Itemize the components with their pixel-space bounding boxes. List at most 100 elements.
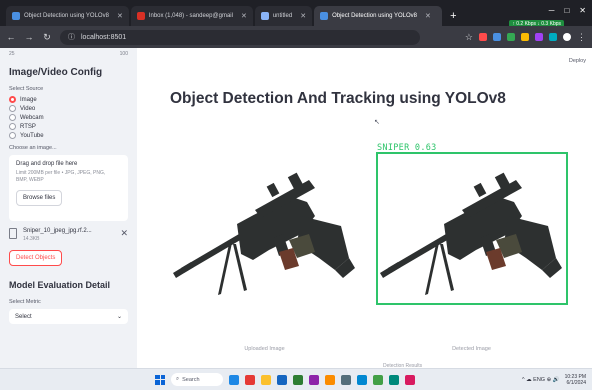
main-content: Deploy Object Detection And Tracking usi… [137, 48, 592, 369]
minimize-button[interactable]: ─ [549, 6, 555, 15]
bookmark-star-icon[interactable]: ☆ [465, 32, 473, 43]
radio-option-rtsp[interactable]: RTSP [9, 122, 128, 131]
tab-favicon-icon [12, 12, 20, 20]
extension-toolbar: ☆ ⋮ [465, 32, 586, 43]
file-dropzone[interactable]: Drag and drop file here Limit 200MB per … [9, 155, 128, 221]
close-icon[interactable]: ✕ [117, 12, 123, 20]
sniper-rifle-image [380, 172, 562, 295]
radio-option-webcam[interactable]: Webcam [9, 113, 128, 122]
taskbar-app-icon[interactable] [357, 374, 367, 385]
source-label: Select Source [9, 86, 44, 92]
detect-objects-button[interactable]: Detect Objects [9, 250, 63, 266]
taskbar-app-icon[interactable] [277, 374, 287, 385]
taskbar-app-icon[interactable] [229, 374, 239, 385]
page-title: Object Detection And Tracking using YOLO… [170, 90, 506, 107]
radio-option-youtube[interactable]: YouTube [9, 131, 128, 140]
extension-icon[interactable] [549, 33, 557, 41]
taskbar-search[interactable]: ⌕ Search [171, 373, 223, 386]
config-heading: Image/Video Config [9, 67, 103, 78]
gmail-icon [136, 12, 145, 20]
radio-icon[interactable] [9, 123, 16, 130]
radio-label: Image [20, 96, 37, 103]
close-icon[interactable]: ✕ [241, 12, 247, 20]
sidebar-ruler: 25 100 [9, 51, 128, 57]
taskbar-app-icon[interactable] [293, 374, 303, 385]
taskbar-app-icon[interactable] [373, 374, 383, 385]
taskbar-apps: ⌕ Search [155, 373, 415, 386]
file-name: Sniper_10_jpeg_jpg.rf.2... [23, 228, 92, 234]
site-info-icon[interactable]: ⓘ [68, 32, 75, 42]
search-placeholder: Search [182, 376, 200, 383]
ruler-left-value: 25 [9, 51, 15, 57]
forward-button[interactable]: → [24, 32, 34, 42]
tab-label: untitled [272, 13, 293, 19]
extension-icon[interactable] [479, 33, 487, 41]
maximize-button[interactable]: □ [564, 6, 569, 15]
radio-label: YouTube [20, 132, 44, 139]
file-icon [9, 228, 17, 239]
taskbar-clock[interactable]: 10:23 PM 6/1/2024 [565, 374, 586, 386]
profile-avatar[interactable] [563, 33, 571, 41]
radio-icon[interactable] [9, 105, 16, 112]
taskbar-app-icon[interactable] [245, 374, 255, 385]
os-taskbar: ⌕ Search ^ ☁ ENG ⊕ 🔊 10:23 PM 6/1/2024 [0, 368, 592, 390]
browser-tab-active[interactable]: Object Detection using YOLOv8 ✕ [314, 6, 443, 26]
radio-option-image[interactable]: Image [9, 95, 128, 104]
radio-icon[interactable] [9, 132, 16, 139]
extension-icon[interactable] [493, 33, 501, 41]
file-size: 14.3KB [23, 236, 40, 242]
extension-icon[interactable] [521, 33, 529, 41]
taskbar-app-icon[interactable] [341, 374, 351, 385]
remove-file-button[interactable]: ✕ [120, 228, 128, 239]
extension-icon[interactable] [507, 33, 515, 41]
browser-tab-strip: Object Detection using YOLOv8 ✕ Inbox (1… [0, 0, 592, 28]
radio-option-video[interactable]: Video [9, 104, 128, 113]
radio-label: Video [20, 105, 36, 112]
detection-label: SNIPER 0.63 [377, 143, 437, 153]
evaluation-heading: Model Evaluation Detail [9, 280, 111, 290]
back-button[interactable]: ← [6, 32, 16, 42]
clock-date: 6/1/2024 [566, 380, 586, 386]
deploy-button[interactable]: Deploy [569, 58, 586, 64]
taskbar-app-icon[interactable] [261, 374, 271, 385]
close-icon[interactable]: ✕ [425, 12, 431, 20]
select-metric-label: Select Metric [9, 299, 41, 305]
close-window-button[interactable]: ✕ [579, 6, 586, 15]
browser-tab-3[interactable]: untitled ✕ [254, 6, 313, 26]
tab-label: Object Detection using YOLOv8 [332, 13, 417, 19]
window-controls: ─ □ ✕ [549, 6, 586, 15]
taskbar-app-icon[interactable] [325, 374, 335, 385]
sidebar: 25 100 Image/Video Config Select Source … [0, 48, 137, 368]
search-icon: ⌕ [176, 376, 180, 382]
source-radio-group: Image Video Webcam RTSP YouTube [9, 95, 128, 140]
taskbar-app-icon[interactable] [389, 374, 399, 385]
radio-label: Webcam [20, 114, 44, 121]
system-tray: ^ ☁ ENG ⊕ 🔊 10:23 PM 6/1/2024 [522, 374, 586, 386]
mouse-cursor-icon: ↖ [374, 119, 380, 126]
windows-start-icon[interactable] [155, 374, 165, 385]
reload-button[interactable]: ↻ [42, 32, 52, 43]
close-icon[interactable]: ✕ [300, 12, 306, 20]
taskbar-app-icon[interactable] [405, 374, 415, 385]
browse-files-button[interactable]: Browse files [16, 190, 63, 206]
new-tab-button[interactable]: + [444, 6, 462, 26]
dropzone-title: Drag and drop file here [16, 161, 78, 167]
tray-icons[interactable]: ^ ☁ ENG ⊕ 🔊 [522, 377, 560, 383]
extension-icon[interactable] [535, 33, 543, 41]
browser-menu-icon[interactable]: ⋮ [577, 32, 586, 43]
browser-tab-2[interactable]: Inbox (1,048) - sandeep@gmail ✕ [130, 6, 253, 26]
tab-favicon-icon [320, 12, 329, 20]
radio-label: RTSP [20, 123, 36, 130]
uploaded-file-row: Sniper_10_jpeg_jpg.rf.2... 14.3KB ✕ [9, 228, 128, 242]
taskbar-app-icon[interactable] [309, 374, 319, 385]
metric-select[interactable]: Select ⌄ [9, 309, 128, 324]
sniper-rifle-image [173, 172, 355, 295]
url-field[interactable]: ⓘ localhost:8501 [60, 29, 420, 45]
file-info: Sniper_10_jpeg_jpg.rf.2... 14.3KB [23, 228, 92, 242]
browser-tab-1[interactable]: Object Detection using YOLOv8 ✕ [6, 6, 129, 26]
radio-selected-icon[interactable] [9, 96, 16, 103]
radio-icon[interactable] [9, 114, 16, 121]
url-text: localhost:8501 [81, 33, 127, 41]
tab-label: Inbox (1,048) - sandeep@gmail [148, 13, 233, 19]
uploaded-image-caption: Uploaded Image [244, 346, 285, 352]
